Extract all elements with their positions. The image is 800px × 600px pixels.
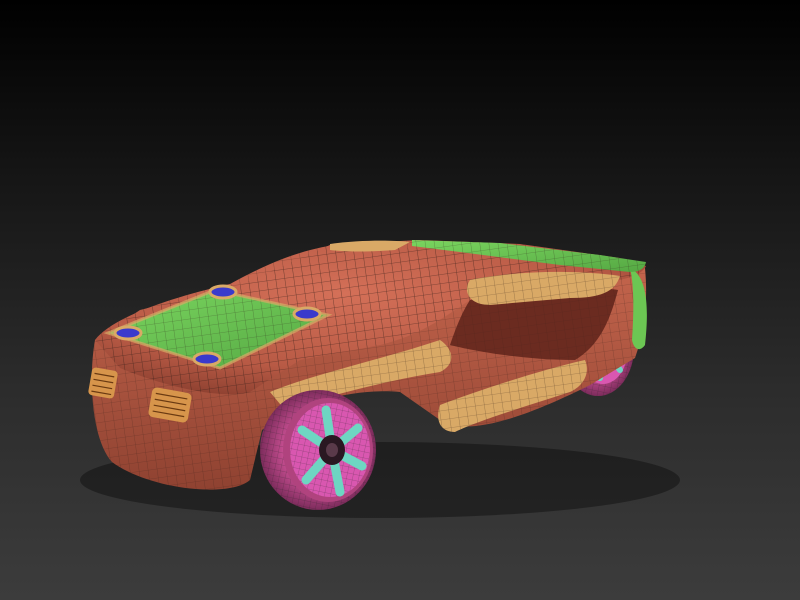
- front-wheel: [260, 390, 376, 510]
- viewport: [0, 0, 800, 600]
- car-model-render: [80, 240, 680, 518]
